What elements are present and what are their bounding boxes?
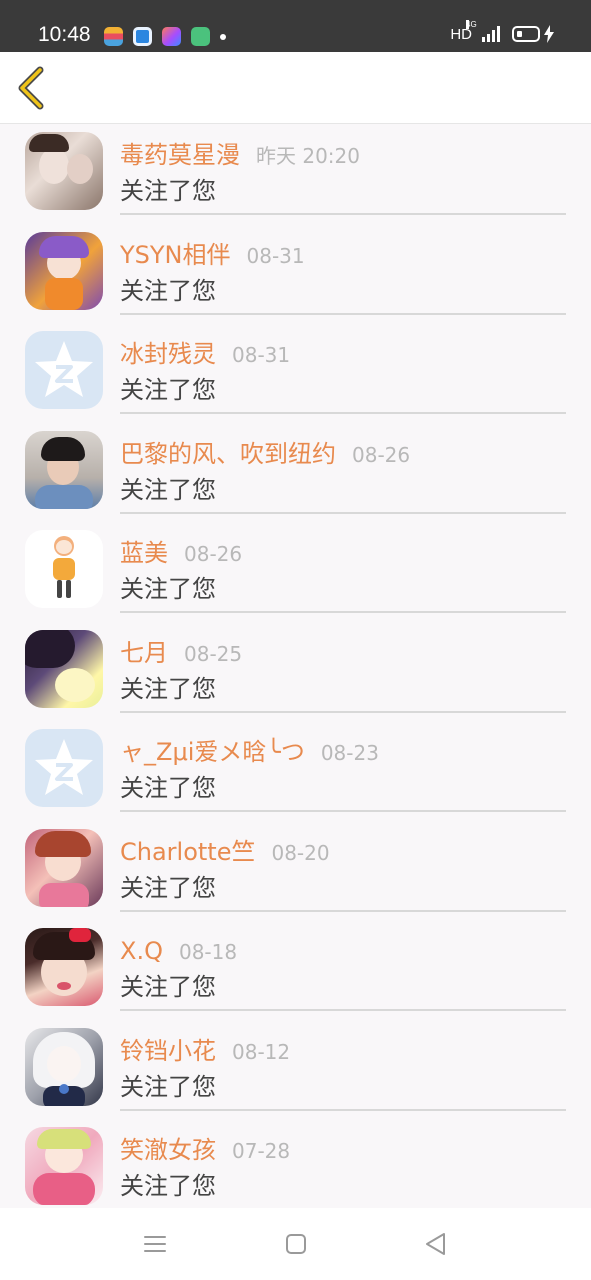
user-name[interactable]: 铃铛小花: [120, 1035, 216, 1067]
avatar[interactable]: [25, 331, 103, 409]
action-text: 关注了您: [120, 475, 216, 504]
system-back-button[interactable]: [422, 1230, 450, 1258]
menu-icon: [144, 1236, 166, 1252]
avatar[interactable]: [25, 928, 103, 1006]
timestamp: 08-31: [232, 343, 291, 367]
notification-text: Charlotte竺 08-20 关注了您: [120, 836, 566, 912]
action-text: 关注了您: [120, 376, 216, 404]
avatar[interactable]: [25, 1027, 103, 1106]
notification-text: 笑澈女孩 07-28 关注了您: [120, 1134, 566, 1210]
notification-dot-icon: [220, 33, 226, 40]
header-bar: [0, 52, 591, 124]
action-text: 关注了您: [120, 177, 216, 205]
action-text: 关注了您: [120, 674, 216, 703]
notification-text: YSYN相伴 08-31 关注了您: [120, 239, 566, 315]
notification-text: 巴黎的风、吹到纽约 08-26 关注了您: [120, 438, 566, 514]
signal-icon: 4G: [466, 20, 500, 42]
user-name[interactable]: 冰封残灵: [120, 338, 216, 370]
timestamp: 08-12: [232, 1039, 291, 1064]
home-button[interactable]: [282, 1230, 310, 1258]
list-item[interactable]: X.Q 08-18 关注了您: [0, 921, 591, 1021]
user-name[interactable]: X.Q: [120, 935, 163, 967]
timestamp: 08-23: [320, 741, 379, 765]
notification-text: 铃铛小花 08-12 关注了您: [120, 1035, 566, 1111]
list-item[interactable]: 七月 08-25 关注了您: [0, 623, 591, 723]
qzone-star-icon: [35, 739, 93, 795]
app-icon-1: [104, 27, 123, 46]
app-icon-3: [162, 27, 181, 46]
timestamp: 08-18: [178, 940, 238, 964]
timestamp: 07-28: [232, 1139, 291, 1163]
user-name[interactable]: 巴黎的风、吹到纽约: [120, 438, 336, 470]
network-type: 4G: [466, 20, 477, 29]
user-name[interactable]: 七月: [120, 637, 168, 669]
list-item[interactable]: 巴黎的风、吹到纽约 08-26 关注了您: [0, 424, 591, 524]
list-item[interactable]: Charlotte竺 08-20 关注了您: [0, 822, 591, 922]
timestamp: 08-31: [246, 243, 305, 268]
avatar[interactable]: [25, 729, 103, 807]
notification-text: 冰封残灵 08-31 关注了您: [120, 338, 566, 414]
status-indicators: HD 4G: [450, 20, 555, 43]
list-item[interactable]: 毒药莫星漫 昨天 20:20 关注了您: [0, 125, 591, 225]
action-text: 关注了您: [120, 973, 216, 1001]
notification-text: 毒药莫星漫 昨天 20:20 关注了您: [120, 139, 566, 215]
action-text: 关注了您: [120, 774, 216, 802]
list-item[interactable]: 笑澈女孩 07-28 关注了您: [0, 1120, 591, 1220]
app-icon-2: [133, 27, 152, 46]
timestamp: 08-26: [352, 442, 411, 467]
avatar[interactable]: [25, 430, 103, 509]
action-text: 关注了您: [120, 276, 216, 305]
timestamp: 08-20: [271, 840, 330, 865]
chevron-left-icon: [18, 66, 44, 110]
action-text: 关注了您: [120, 1172, 216, 1200]
avatar[interactable]: [25, 530, 103, 608]
status-time: 10:48: [38, 23, 91, 46]
notification-text: X.Q 08-18 关注了您: [120, 935, 566, 1011]
avatar[interactable]: [25, 231, 103, 310]
app-icon-4: [191, 27, 210, 46]
status-bar: 10:48 HD 4G: [0, 0, 591, 52]
notification-text: ャ_Zμi爱メ晗╰つ 08-23 关注了您: [120, 736, 566, 812]
notification-list: 毒药莫星漫 昨天 20:20 关注了您 YSYN相伴 08-31 关注了您 冰封…: [0, 125, 591, 1220]
list-item[interactable]: YSYN相伴 08-31 关注了您: [0, 225, 591, 325]
user-name[interactable]: 毒药莫星漫: [120, 139, 240, 171]
notification-text: 蓝美 08-26 关注了您: [120, 537, 566, 613]
timestamp: 08-26: [184, 542, 243, 566]
user-name[interactable]: 蓝美: [120, 537, 168, 569]
action-text: 关注了您: [120, 1072, 216, 1101]
system-nav-bar: [0, 1208, 591, 1280]
list-item[interactable]: 冰封残灵 08-31 关注了您: [0, 324, 591, 424]
back-button[interactable]: [14, 66, 50, 110]
notification-text: 七月 08-25 关注了您: [120, 637, 566, 713]
menu-button[interactable]: [141, 1230, 169, 1258]
app-screen: 10:48 HD 4G 毒药莫星漫 昨天 20:20 关注了您 YSYN相伴 0…: [0, 0, 591, 1280]
user-name[interactable]: ャ_Zμi爱メ晗╰つ: [120, 736, 305, 768]
home-square-icon: [286, 1234, 306, 1254]
avatar[interactable]: [25, 629, 103, 708]
user-name[interactable]: Charlotte竺: [120, 836, 255, 868]
battery-icon: [512, 26, 540, 42]
list-item[interactable]: ャ_Zμi爱メ晗╰つ 08-23 关注了您: [0, 722, 591, 822]
avatar[interactable]: [25, 828, 103, 907]
user-name[interactable]: YSYN相伴: [120, 239, 231, 271]
qzone-star-icon: [35, 341, 93, 397]
timestamp: 08-25: [184, 641, 243, 666]
avatar[interactable]: [25, 132, 103, 210]
timestamp: 昨天 20:20: [256, 144, 360, 168]
avatar[interactable]: [25, 1127, 103, 1205]
list-item[interactable]: 铃铛小花 08-12 关注了您: [0, 1021, 591, 1121]
action-text: 关注了您: [120, 575, 216, 603]
charging-icon: [544, 25, 554, 43]
status-app-icons: [104, 27, 226, 46]
user-name[interactable]: 笑澈女孩: [120, 1134, 216, 1166]
back-triangle-icon: [426, 1233, 445, 1255]
action-text: 关注了您: [120, 873, 216, 902]
list-item[interactable]: 蓝美 08-26 关注了您: [0, 523, 591, 623]
